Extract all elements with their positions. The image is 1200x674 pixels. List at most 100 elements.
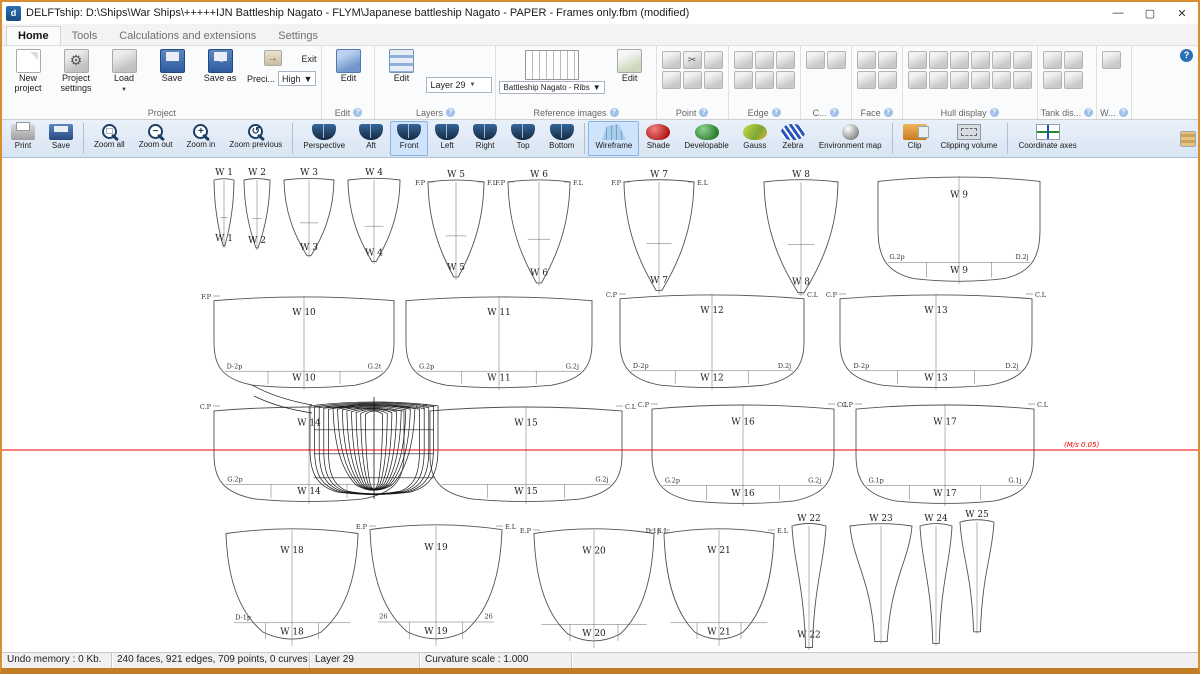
project-settings-button[interactable]: ⚙Project settings [53, 48, 99, 94]
edge-split-icon[interactable] [734, 51, 753, 69]
edge-cube-icon[interactable] [776, 71, 795, 89]
hull-markers-icon[interactable] [929, 71, 948, 89]
hull-stations-icon[interactable] [908, 51, 927, 69]
ribbon-help-icon[interactable]: ? [1180, 49, 1193, 62]
curve-fair-icon[interactable] [827, 51, 846, 69]
left-button[interactable]: Left [428, 121, 466, 156]
wireframe-button[interactable]: Wireframe [588, 121, 639, 156]
top-button[interactable]: Top [504, 121, 542, 156]
precision-dropdown[interactable]: High▼ [278, 71, 316, 86]
point-lock-icon[interactable] [662, 71, 681, 89]
minimize-button[interactable]: — [1102, 2, 1134, 24]
viewbar-options-icon[interactable] [1180, 131, 1196, 147]
face-mirror-icon[interactable] [857, 71, 876, 89]
hull-waterlines-icon[interactable] [950, 51, 969, 69]
hull-curvature-icon[interactable] [950, 71, 969, 89]
tab-tools[interactable]: Tools [61, 27, 109, 45]
developable-button[interactable]: Developable [677, 121, 735, 156]
bottom-button[interactable]: Bottom [542, 121, 581, 156]
gauss-button[interactable]: Gauss [736, 121, 774, 156]
group-help-icon[interactable]: ? [1084, 108, 1093, 117]
close-button[interactable]: ✕ [1166, 2, 1198, 24]
exit-button[interactable]: →Exit [247, 50, 316, 67]
hull-control-net-icon[interactable] [971, 71, 990, 89]
clipping-volume-button[interactable]: Clipping volume [934, 121, 1005, 156]
hull-grid-icon[interactable] [992, 51, 1011, 69]
point-insert-icon[interactable] [704, 51, 723, 69]
svg-text:D-2p: D-2p [853, 362, 869, 370]
reference-image-thumb[interactable]: Battleship Nagato - Ribs▼ [499, 48, 604, 94]
group-help-icon[interactable]: ? [699, 108, 708, 117]
hull-normals-icon[interactable] [1013, 51, 1032, 69]
perspective-button[interactable]: Perspective [296, 121, 352, 156]
folder-open-icon [112, 49, 137, 73]
print-button[interactable]: Print [4, 121, 42, 156]
save-as-button[interactable]: ✎Save as [197, 48, 243, 85]
save-button[interactable]: Save [42, 121, 80, 156]
ribbon-group-items [855, 48, 899, 106]
point-collapse-icon[interactable] [662, 51, 681, 69]
model-viewport[interactable]: W 1W 1W 2W 2W 3W 3W 4W 4W 5W 5F.PF.LW 6W… [2, 158, 1198, 652]
group-help-icon[interactable]: ? [446, 108, 455, 117]
clip-button[interactable]: Clip [896, 121, 934, 156]
tool-icon-grid [804, 48, 848, 72]
environment-map-button[interactable]: Environment map [812, 121, 889, 156]
tab-home[interactable]: Home [6, 26, 61, 45]
front-button[interactable]: Front [390, 121, 428, 156]
edit-button[interactable]: Edit [325, 48, 371, 85]
edit-button[interactable]: Edit [607, 48, 653, 85]
tank-transparent-icon[interactable] [1064, 51, 1083, 69]
save-button[interactable]: Save [149, 48, 195, 85]
zoom-previous-button[interactable]: ↺Zoom previous [222, 121, 289, 156]
group-help-icon[interactable]: ? [990, 108, 999, 117]
status-curvature-scale: Curvature scale : 1.000 [420, 653, 572, 668]
svg-text:W 11: W 11 [487, 374, 511, 384]
zebra-button[interactable]: Zebra [774, 121, 812, 156]
maximize-button[interactable]: ▢ [1134, 2, 1166, 24]
point-align-icon[interactable] [683, 71, 702, 89]
hull-interior-icon[interactable] [908, 71, 927, 89]
body-plan-drawing[interactable]: W 1W 1W 2W 2W 3W 3W 4W 4W 5W 5F.PF.LW 6W… [2, 158, 1198, 652]
new-project-button[interactable]: New project [5, 48, 51, 94]
edge-extrude-icon[interactable] [734, 71, 753, 89]
shade-button[interactable]: Shade [639, 121, 677, 156]
hull-both-sides-icon[interactable] [992, 71, 1011, 89]
tab-calculations-and-extensions[interactable]: Calculations and extensions [108, 27, 267, 45]
edge-insert-icon[interactable] [755, 71, 774, 89]
tank-outline-icon[interactable] [1043, 71, 1062, 89]
group-help-icon[interactable]: ? [610, 108, 619, 117]
edge-collapse-icon[interactable] [755, 51, 774, 69]
point-intersect-icon[interactable] [704, 71, 723, 89]
group-help-icon[interactable]: ? [1119, 108, 1128, 117]
hull-diagonals-icon[interactable] [971, 51, 990, 69]
curve-new-icon[interactable] [806, 51, 825, 69]
face-new-icon[interactable] [857, 51, 876, 69]
group-help-icon[interactable]: ? [884, 108, 893, 117]
aft-button[interactable]: Aft [352, 121, 390, 156]
load-button[interactable]: Load▼ [101, 48, 147, 94]
hull-buttocks-icon[interactable] [929, 51, 948, 69]
tank-solid-icon[interactable] [1043, 51, 1062, 69]
svg-text:C.L: C.L [625, 403, 637, 411]
tab-settings[interactable]: Settings [267, 27, 329, 45]
group-help-icon[interactable]: ? [830, 108, 839, 117]
face-flip-icon[interactable] [878, 51, 897, 69]
group-help-icon[interactable]: ? [353, 108, 362, 117]
reference-image-select[interactable]: Battleship Nagato - Ribs▼ [499, 81, 604, 94]
right-button[interactable]: Right [466, 121, 504, 156]
layer-select-dropdown[interactable]: Layer 29▼ [426, 77, 492, 93]
zoom-in-button[interactable]: +Zoom in [179, 121, 222, 156]
coordinate-axes-button[interactable]: Coordinate axes [1011, 121, 1083, 156]
edit-button[interactable]: Edit [378, 48, 424, 85]
ribbon-group-edge: Edge? [729, 46, 801, 119]
tank-hidden-icon[interactable] [1064, 71, 1083, 89]
zoom-all-button[interactable]: □Zoom all [87, 121, 132, 156]
zoom-out-button[interactable]: −Zoom out [132, 121, 180, 156]
point-scissors-icon[interactable]: ✂ [683, 51, 702, 69]
edge-crease-icon[interactable] [776, 51, 795, 69]
window-layout-icon[interactable] [1102, 51, 1121, 69]
group-help-icon[interactable]: ? [772, 108, 781, 117]
hull-features-icon[interactable] [1013, 71, 1032, 89]
face-cube-icon[interactable] [878, 71, 897, 89]
svg-text:G.2j: G.2j [566, 362, 579, 370]
